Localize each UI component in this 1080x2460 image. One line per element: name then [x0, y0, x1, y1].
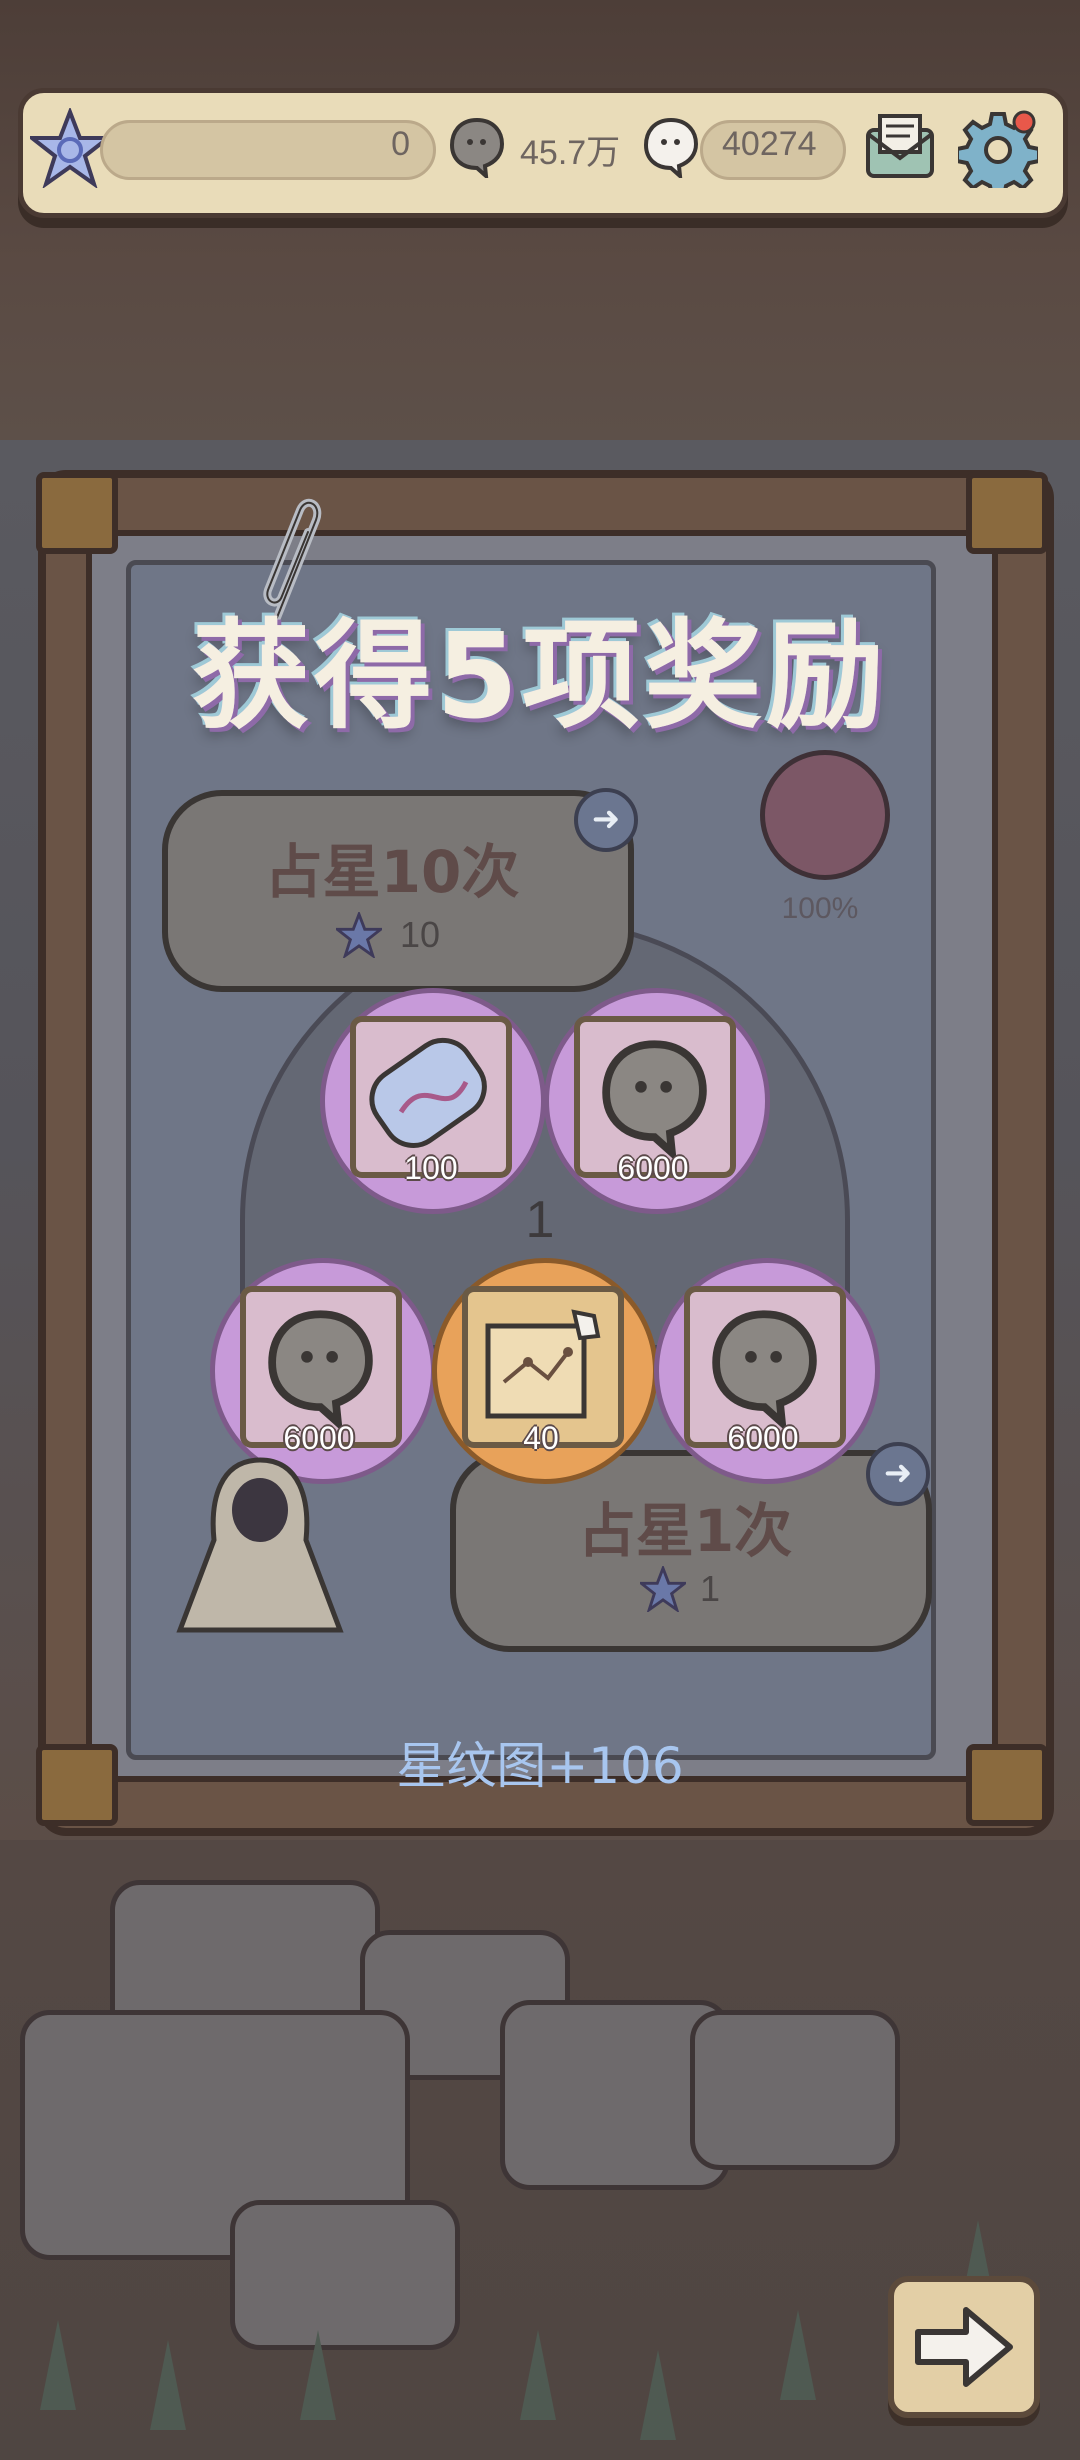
crystal-ball-icon: [760, 750, 890, 880]
gray-ghost-count: 45.7万: [520, 134, 621, 172]
grass: [150, 2340, 186, 2430]
frame-corner: [966, 472, 1048, 554]
settings-icon[interactable]: [955, 108, 1041, 198]
grass: [520, 2330, 556, 2420]
draw-ten-arrow-icon[interactable]: ➜: [574, 788, 638, 852]
grass: [640, 2350, 676, 2440]
reward-qty: 6000: [727, 1420, 799, 1456]
frame-corner: [966, 1744, 1048, 1826]
reward-title: 获得5项奖励: [191, 607, 889, 745]
frame-corner: [36, 1744, 118, 1826]
star-icon: [636, 1564, 690, 1614]
rock: [230, 2200, 460, 2350]
draw-one-label: 占星1次: [577, 1497, 793, 1565]
draw-ten-cost: 10: [400, 914, 441, 955]
gray-ghost-icon: [446, 116, 506, 181]
white-ghost-icon: [640, 116, 700, 181]
grass: [40, 2320, 76, 2410]
reward-qty: 6000: [617, 1150, 689, 1186]
rock: [690, 2010, 900, 2170]
star-icon: [332, 910, 386, 960]
frame-corner: [36, 472, 118, 554]
cloaked-character: [150, 1440, 370, 1660]
background-sky: [0, 0, 1080, 440]
white-ghost-count: 40274: [722, 125, 817, 163]
draw-one-cost: 1: [700, 1568, 721, 1609]
reward-qty: 100: [404, 1150, 458, 1186]
star-count: 0: [391, 125, 410, 163]
reward-qty: 40: [523, 1420, 559, 1456]
center-number: 1: [525, 1191, 555, 1249]
grass: [780, 2310, 816, 2400]
arrow-right-icon: [915, 2307, 1013, 2387]
draw-one-arrow-icon[interactable]: ➜: [866, 1442, 930, 1506]
next-button[interactable]: [888, 2276, 1040, 2418]
progress-label: 100%: [781, 892, 859, 925]
grass: [300, 2330, 336, 2420]
star-pattern-gain: 星纹图+106: [396, 1737, 684, 1795]
mail-icon[interactable]: [862, 110, 938, 186]
star-icon: [26, 106, 114, 190]
draw-ten-label: 占星10次: [264, 838, 520, 906]
